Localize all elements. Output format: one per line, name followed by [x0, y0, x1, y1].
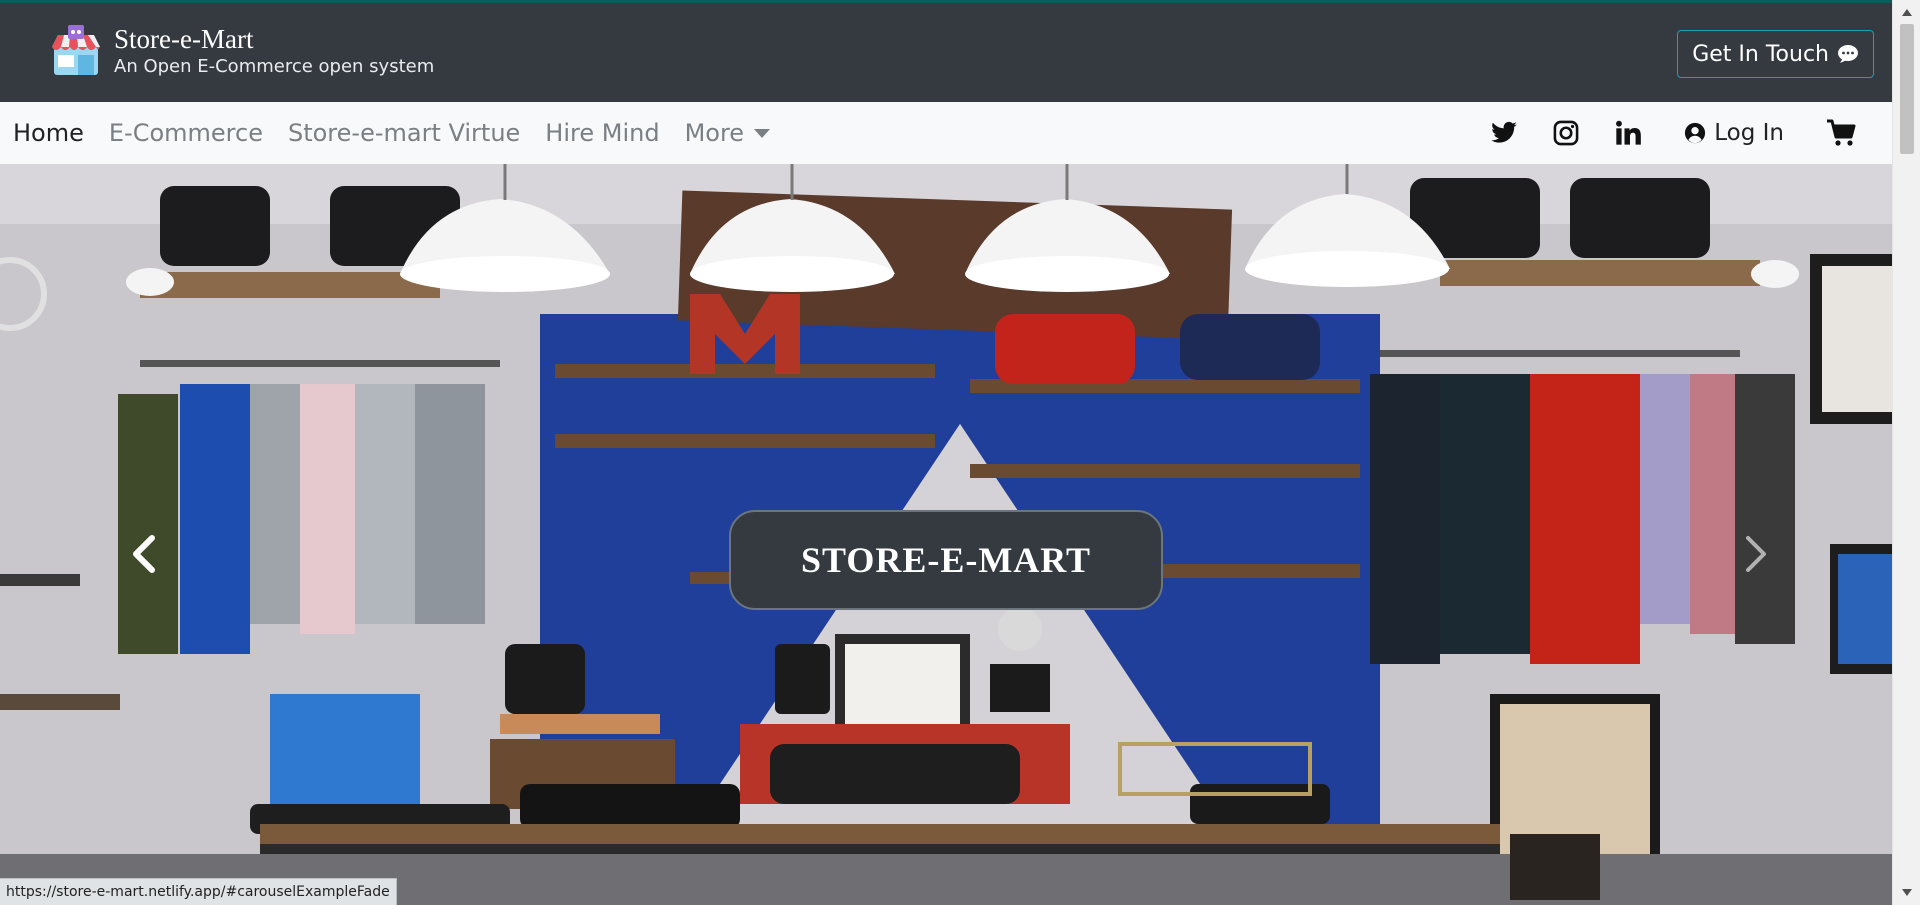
carousel-caption-text: STORE-E-MART [800, 540, 1092, 580]
status-url-bar: https://store-e-mart.netlify.app/#carous… [0, 878, 397, 905]
nav-hire-mind-label: Hire Mind [545, 119, 660, 147]
scroll-up-arrow-icon[interactable] [1902, 9, 1912, 16]
main-nav: Home E-Commerce Store-e-mart Virtue Hire… [0, 102, 1892, 164]
carousel-caption: STORE-E-MART [729, 510, 1163, 610]
get-in-touch-button[interactable]: Get In Touch [1677, 30, 1874, 78]
shopping-cart-icon[interactable] [1826, 119, 1856, 147]
chat-bubble-icon [1838, 45, 1858, 63]
nav-home-label: Home [13, 119, 84, 147]
twitter-icon[interactable] [1490, 119, 1518, 147]
store-logo-icon [52, 25, 100, 75]
user-circle-icon [1685, 122, 1706, 144]
nav-hire-mind[interactable]: Hire Mind [545, 119, 659, 147]
nav-home[interactable]: Home [13, 119, 84, 147]
instagram-icon[interactable] [1552, 119, 1580, 147]
page: Store-e-Mart An Open E-Commerce open sys… [0, 0, 1920, 905]
brand[interactable]: Store-e-Mart An Open E-Commerce open sys… [48, 23, 434, 79]
login-link[interactable]: Log In [1684, 120, 1784, 146]
linkedin-icon[interactable] [1614, 119, 1642, 147]
hero-carousel: STORE-E-MART [0, 164, 1892, 905]
get-in-touch-label: Get In Touch [1692, 41, 1829, 67]
nav-more-label: More [684, 119, 745, 147]
scroll-down-arrow-icon[interactable] [1902, 889, 1912, 896]
nav-more-dropdown[interactable]: More [685, 119, 771, 147]
carousel-prev-icon[interactable] [130, 534, 158, 574]
top-header: Store-e-Mart An Open E-Commerce open sys… [0, 0, 1892, 102]
vertical-scrollbar[interactable] [1892, 0, 1920, 905]
login-label: Log In [1714, 120, 1784, 146]
nav-ecommerce-label: E-Commerce [108, 119, 263, 147]
nav-virtue-label: Store-e-mart Virtue [287, 119, 521, 147]
nav-ecommerce[interactable]: E-Commerce [109, 119, 263, 147]
brand-name: Store-e-Mart [114, 24, 254, 54]
nav-store-e-mart-virtue[interactable]: Store-e-mart Virtue [288, 119, 520, 147]
scroll-thumb[interactable] [1900, 24, 1914, 154]
brand-tagline: An Open E-Commerce open system [114, 56, 435, 77]
caret-down-icon [754, 128, 771, 138]
carousel-next-icon[interactable] [1742, 534, 1770, 574]
